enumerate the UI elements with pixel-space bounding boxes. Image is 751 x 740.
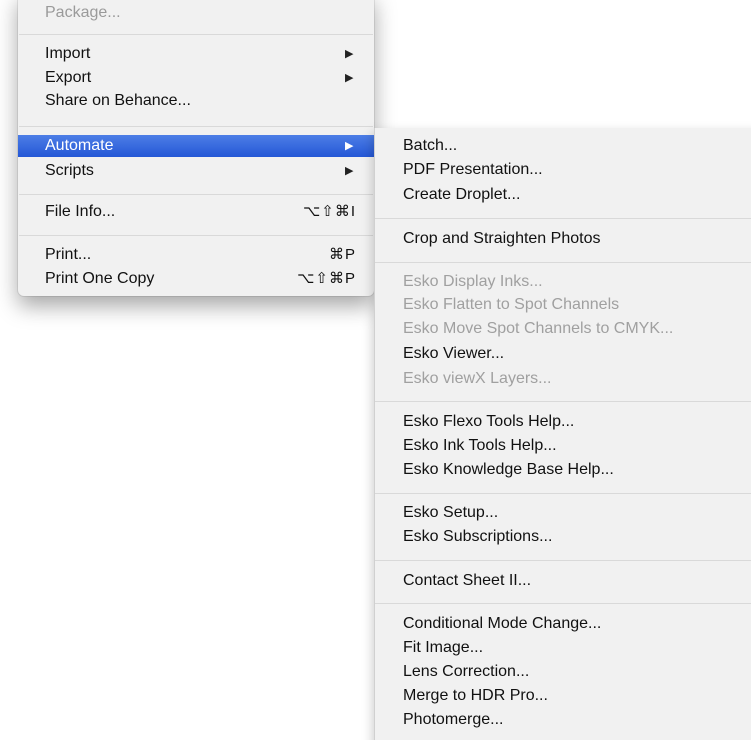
submenu-item-merge-hdr[interactable]: Merge to HDR Pro... xyxy=(375,685,751,707)
menu-item-scripts[interactable]: Scripts ▶ xyxy=(18,160,374,182)
menu-item-label: Scripts xyxy=(45,162,94,179)
menu-item-label: Package... xyxy=(45,4,121,21)
submenu-item-esko-kb-help[interactable]: Esko Knowledge Base Help... xyxy=(375,459,751,481)
submenu-item-label: Photomerge... xyxy=(403,711,504,728)
submenu-item-esko-subscriptions[interactable]: Esko Subscriptions... xyxy=(375,526,751,548)
submenu-item-photomerge[interactable]: Photomerge... xyxy=(375,709,751,731)
menu-separator xyxy=(375,560,751,561)
submenu-item-esko-setup[interactable]: Esko Setup... xyxy=(375,502,751,524)
menu-item-label: Automate xyxy=(45,137,114,154)
submenu-item-label: Contact Sheet II... xyxy=(403,572,532,589)
submenu-item-label: Batch... xyxy=(403,137,458,154)
menu-separator xyxy=(375,603,751,604)
shortcut-label: ⌥⇧⌘P xyxy=(297,270,356,287)
menu-item-label: File Info... xyxy=(45,203,116,220)
submenu-item-crop-straighten[interactable]: Crop and Straighten Photos xyxy=(375,228,751,250)
submenu-item-fit-image[interactable]: Fit Image... xyxy=(375,637,751,659)
submenu-item-label: Esko viewX Layers... xyxy=(403,370,552,387)
submenu-item-batch[interactable]: Batch... xyxy=(375,135,751,157)
menu-separator xyxy=(375,262,751,263)
menu-separator xyxy=(19,235,373,236)
menu-item-label: Export xyxy=(45,69,92,86)
submenu-item-pdf-presentation[interactable]: PDF Presentation... xyxy=(375,159,751,181)
submenu-item-esko-move-spot: Esko Move Spot Channels to CMYK... xyxy=(375,318,751,340)
submenu-item-label: Esko Flatten to Spot Channels xyxy=(403,296,620,313)
submenu-arrow-icon: ▶ xyxy=(345,140,354,152)
submenu-item-esko-flexo-help[interactable]: Esko Flexo Tools Help... xyxy=(375,411,751,433)
submenu-item-label: Esko Display Inks... xyxy=(403,273,543,290)
screen: Package... Import ▶ Export ▶ Share on Be… xyxy=(0,0,751,740)
automate-submenu: Batch... PDF Presentation... Create Drop… xyxy=(374,128,751,740)
menu-separator xyxy=(19,126,373,127)
submenu-item-label: Merge to HDR Pro... xyxy=(403,687,548,704)
submenu-item-label: Esko Ink Tools Help... xyxy=(403,437,557,454)
submenu-item-label: Crop and Straighten Photos xyxy=(403,230,601,247)
submenu-item-label: Lens Correction... xyxy=(403,663,530,680)
submenu-item-esko-flatten-spot: Esko Flatten to Spot Channels xyxy=(375,294,751,316)
submenu-item-label: Esko Flexo Tools Help... xyxy=(403,413,575,430)
submenu-item-contact-sheet[interactable]: Contact Sheet II... xyxy=(375,570,751,592)
menu-item-share-behance[interactable]: Share on Behance... xyxy=(18,90,374,112)
menu-separator xyxy=(19,34,373,35)
submenu-arrow-icon: ▶ xyxy=(345,48,354,60)
submenu-item-label: Esko Move Spot Channels to CMYK... xyxy=(403,320,674,337)
submenu-item-label: Create Droplet... xyxy=(403,186,521,203)
menu-item-export[interactable]: Export ▶ xyxy=(18,67,374,89)
submenu-item-label: Esko Setup... xyxy=(403,504,499,521)
submenu-item-label: PDF Presentation... xyxy=(403,161,543,178)
menu-item-import[interactable]: Import ▶ xyxy=(18,43,374,65)
submenu-item-esko-display-inks: Esko Display Inks... xyxy=(375,271,751,293)
menu-item-label: Print One Copy xyxy=(45,270,155,287)
submenu-item-label: Fit Image... xyxy=(403,639,484,656)
menu-separator xyxy=(19,194,373,195)
submenu-arrow-icon: ▶ xyxy=(345,72,354,84)
menu-item-file-info[interactable]: File Info... ⌥⇧⌘I xyxy=(18,201,374,223)
menu-item-automate[interactable]: Automate ▶ xyxy=(18,135,374,157)
submenu-item-esko-ink-help[interactable]: Esko Ink Tools Help... xyxy=(375,435,751,457)
submenu-item-create-droplet[interactable]: Create Droplet... xyxy=(375,184,751,206)
menu-item-label: Share on Behance... xyxy=(45,92,191,109)
submenu-item-label: Esko Subscriptions... xyxy=(403,528,553,545)
submenu-item-label: Conditional Mode Change... xyxy=(403,615,602,632)
submenu-item-label: Esko Viewer... xyxy=(403,345,505,362)
menu-item-label: Import xyxy=(45,45,91,62)
menu-item-package: Package... xyxy=(18,2,374,24)
shortcut-label: ⌥⇧⌘I xyxy=(302,203,356,220)
menu-item-print[interactable]: Print... ⌘P xyxy=(18,244,374,266)
menu-item-print-one-copy[interactable]: Print One Copy ⌥⇧⌘P xyxy=(18,268,374,290)
submenu-item-esko-viewer[interactable]: Esko Viewer... xyxy=(375,343,751,365)
menu-item-label: Print... xyxy=(45,246,92,263)
file-menu: Package... Import ▶ Export ▶ Share on Be… xyxy=(18,0,374,296)
menu-separator xyxy=(375,401,751,402)
submenu-item-esko-viewx-layers: Esko viewX Layers... xyxy=(375,368,751,390)
submenu-arrow-icon: ▶ xyxy=(345,165,354,177)
menu-separator xyxy=(375,493,751,494)
menu-separator xyxy=(375,218,751,219)
submenu-item-lens-correction[interactable]: Lens Correction... xyxy=(375,661,751,683)
submenu-item-label: Esko Knowledge Base Help... xyxy=(403,461,614,478)
shortcut-label: ⌘P xyxy=(328,246,356,263)
submenu-item-conditional-mode[interactable]: Conditional Mode Change... xyxy=(375,613,751,635)
